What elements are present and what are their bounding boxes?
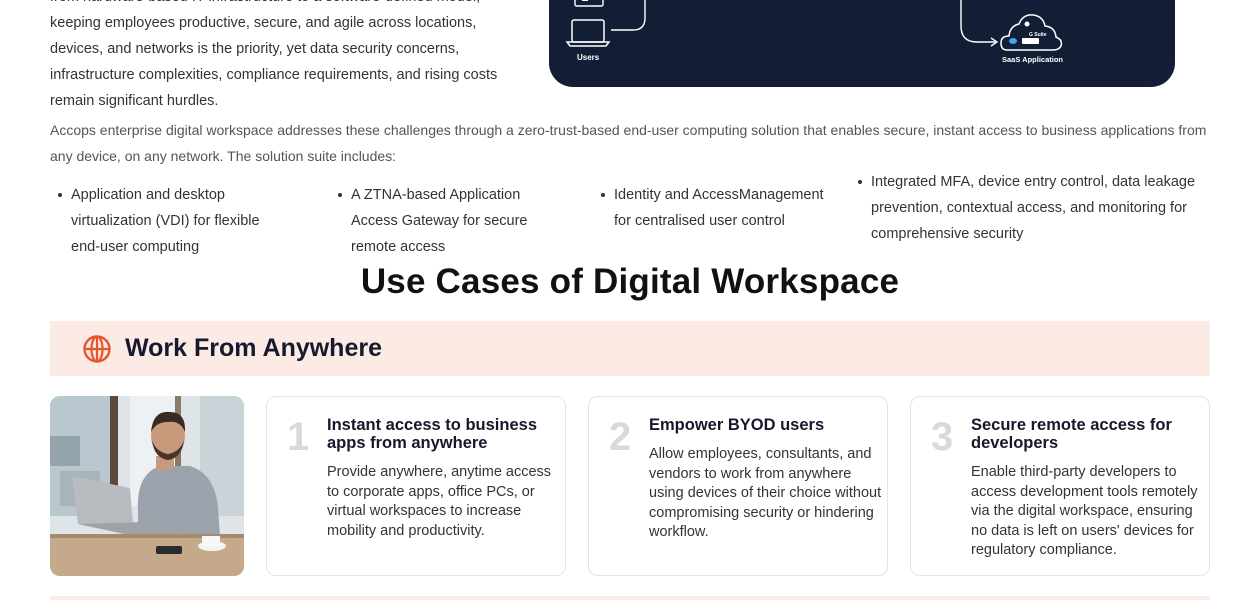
card-title: Secure remote access for developers: [971, 416, 1172, 452]
section-title: Use Cases of Digital Workspace: [360, 262, 900, 301]
intro-line: remain significant hurdles.: [50, 93, 219, 109]
globe-icon: [83, 334, 111, 363]
laptop-icon: [565, 19, 611, 47]
intro-paragraph: from hardware-based IT infrastructure to…: [50, 0, 530, 114]
card-title: Empower BYOD users: [649, 416, 825, 434]
banner-title: Work From Anywhere: [125, 334, 382, 362]
gsuite-label: G Suite: [1029, 32, 1047, 38]
saas-connector: [960, 0, 995, 43]
users-label: Users: [577, 53, 600, 62]
card-number: 3: [931, 415, 954, 459]
intro-line: keeping employees productive, secure, an…: [50, 15, 477, 31]
saas-label: SaaS Application: [1002, 55, 1063, 64]
work-from-anywhere-photo: [50, 396, 244, 576]
solution-paragraph: Accops enterprise digital workspace addr…: [50, 122, 1207, 164]
salesforce-icon: [1009, 38, 1017, 44]
feature-item-iam: Identity and AccessManagement for centra…: [593, 182, 843, 234]
diagram-graphics: [565, 0, 1063, 51]
google-dot-icon: [1024, 21, 1030, 27]
card-number: 2: [609, 415, 632, 459]
use-case-banner: Work From Anywhere: [50, 321, 1210, 376]
users-connector: [611, 0, 646, 31]
office-icon: [1022, 38, 1039, 44]
feature-item-ztna: A ZTNA-based Application Access Gateway …: [330, 182, 555, 260]
use-case-card-2: 2 Empower BYOD users Allow employees, co…: [588, 396, 888, 576]
feature-item-vdi: Application and desktop virtualization (…: [50, 182, 290, 260]
card-description: Provide anywhere, anytime access to corp…: [327, 464, 552, 539]
intro-line: infrastructure complexities, compliance …: [50, 67, 498, 83]
feature-item-mfa: Integrated MFA, device entry control, da…: [850, 169, 1215, 247]
intro-line: devices, and networks is the priority, y…: [50, 41, 460, 57]
card-number: 1: [287, 415, 310, 459]
architecture-diagram: Users SaaS Application G Suite: [549, 0, 1175, 87]
card-description: Enable third-party developers to access …: [971, 464, 1198, 558]
use-case-card-1: 1 Instant access to business apps from a…: [266, 396, 566, 576]
card-title: Instant access to business apps from any…: [327, 416, 537, 452]
card-description: Allow employees, consultants, and vendor…: [649, 446, 882, 540]
intro-line: from hardware-based IT infrastructure to…: [50, 0, 530, 10]
monitor-icon: [574, 0, 604, 7]
next-banner-edge: [50, 596, 1210, 600]
use-case-card-3: 3 Secure remote access for developers En…: [910, 396, 1210, 576]
